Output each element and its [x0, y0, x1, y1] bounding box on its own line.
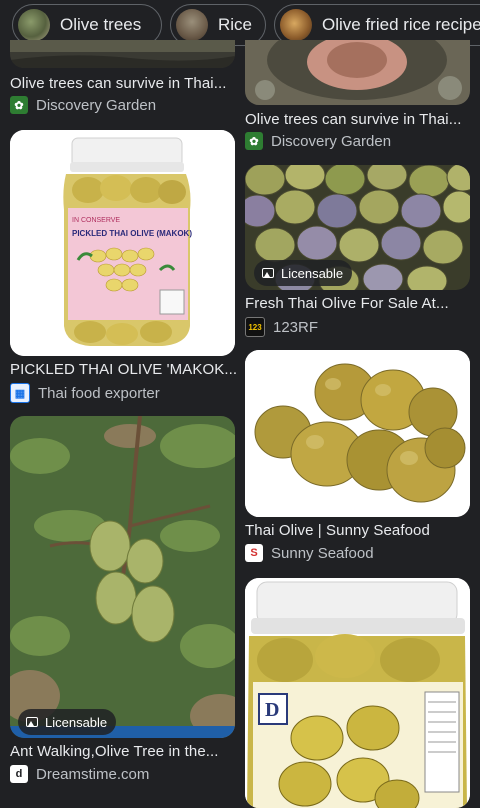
jar-brand-logo: D	[265, 699, 279, 721]
discovery-garden-icon: ✿	[10, 96, 28, 114]
source-name: Discovery Garden	[271, 132, 392, 150]
badge-label: Licensable	[281, 265, 344, 281]
result-image-thai-olives-white[interactable]	[245, 350, 470, 517]
source-name: 123RF	[273, 318, 319, 336]
dreamstime-icon: d	[10, 765, 28, 783]
olive-fried-rice-thumbnail	[280, 9, 312, 41]
olive-tree-photo	[10, 40, 235, 68]
result-source[interactable]: ▦ Thai food exporter	[10, 383, 160, 403]
result-title[interactable]: Thai Olive | Sunny Seafood	[245, 522, 471, 539]
result-source[interactable]: 123 123RF	[245, 317, 318, 337]
result-title[interactable]: Olive trees can survive in Thai...	[245, 111, 471, 128]
rice-thumbnail	[176, 9, 208, 41]
sunny-seafood-icon: S	[245, 544, 263, 562]
result-image-olive-jar[interactable]: D	[245, 578, 470, 808]
result-image-olive-branch[interactable]	[10, 416, 235, 738]
result-image-olive-tree-pot[interactable]	[10, 40, 235, 68]
result-title[interactable]: PICKLED THAI OLIVE 'MAKOK...	[10, 361, 236, 378]
licensable-badge[interactable]: Licensable	[18, 709, 117, 735]
result-title[interactable]: Ant Walking,Olive Tree in the...	[10, 743, 236, 760]
image-icon	[26, 717, 38, 727]
result-source[interactable]: ✿ Discovery Garden	[245, 132, 391, 150]
olive-pot-photo	[245, 40, 470, 105]
discovery-garden-icon: ✿	[245, 132, 263, 150]
olive-branch-photo	[10, 416, 235, 738]
result-title[interactable]: Fresh Thai Olive For Sale At...	[245, 295, 471, 312]
thai-food-exporter-icon: ▦	[10, 383, 30, 403]
source-name: Dreamstime.com	[36, 765, 150, 783]
chip-label: Rice	[218, 15, 253, 34]
source-name: Thai food exporter	[38, 384, 160, 402]
result-title[interactable]: Olive trees can survive in Thai...	[10, 75, 236, 92]
thai-olives-photo	[245, 350, 470, 517]
source-name: Discovery Garden	[36, 96, 157, 114]
olive-jar-photo: D	[245, 578, 470, 808]
image-icon	[262, 268, 274, 278]
chip-label: Olive fried rice recipe	[322, 15, 480, 34]
123rf-icon: 123	[245, 317, 265, 337]
result-image-olive-tree-pot[interactable]	[245, 40, 470, 105]
pickled-olive-jar-photo: IN CONSERVE PICKLED THAI OLIVE (MAKOK)	[10, 130, 235, 356]
result-source[interactable]: S Sunny Seafood	[245, 544, 374, 562]
source-name: Sunny Seafood	[271, 544, 374, 562]
jar-brand-text: IN CONSERVE	[72, 217, 120, 224]
chip-label: Olive trees	[60, 15, 142, 34]
badge-label: Licensable	[45, 714, 108, 730]
licensable-badge[interactable]: Licensable	[254, 260, 353, 286]
result-source[interactable]: ✿ Discovery Garden	[10, 96, 156, 114]
result-image-pickled-olive-jar[interactable]: IN CONSERVE PICKLED THAI OLIVE (MAKOK)	[10, 130, 235, 356]
result-source[interactable]: d Dreamstime.com	[10, 765, 149, 783]
olive-trees-thumbnail	[18, 9, 50, 41]
jar-label-text: PICKLED THAI OLIVE (MAKOK)	[72, 229, 192, 238]
